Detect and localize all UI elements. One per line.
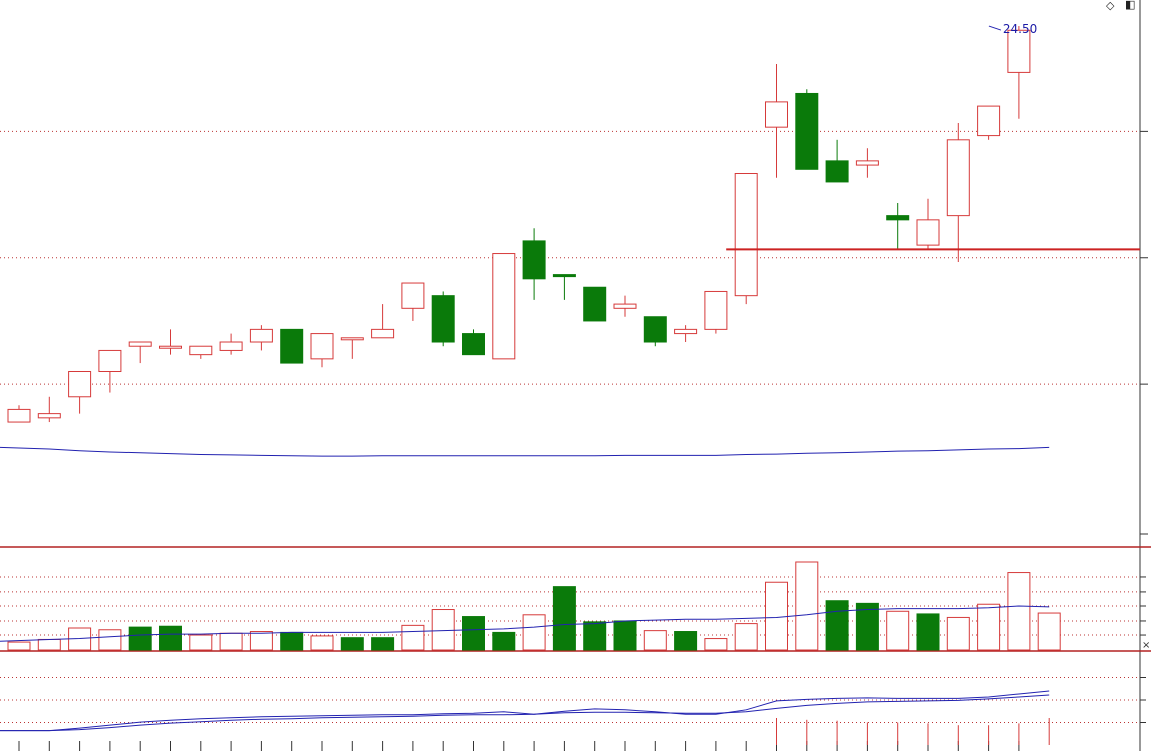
- volume-bar-21: [643, 630, 667, 651]
- candle-body-31: [946, 139, 970, 217]
- candle-body-29: [886, 215, 910, 221]
- volume-bar-10: [310, 635, 334, 651]
- diamond-icon[interactable]: ◇: [1106, 0, 1114, 12]
- volume-bar-17: [522, 614, 546, 651]
- volume-panel: [0, 561, 1061, 651]
- candle-body-20: [613, 303, 637, 309]
- volume-bar-33: [1007, 572, 1031, 651]
- peak-marker: [988, 25, 1002, 31]
- candle-body-17: [522, 240, 546, 280]
- candle-body-18: [552, 274, 576, 278]
- candle-body-33: [1007, 29, 1031, 73]
- volume-bar-27: [825, 600, 849, 651]
- volume-bar-11: [340, 637, 364, 651]
- candle-body-5: [159, 345, 182, 349]
- volume-bar-31: [946, 616, 970, 651]
- candle-body-11: [340, 337, 364, 341]
- volume-bar-13: [401, 624, 425, 651]
- indicator-line-0: [0, 690, 1050, 732]
- candle-body-32: [977, 105, 1001, 137]
- volume-bar-20: [613, 620, 637, 651]
- volume-bar-24: [734, 623, 758, 651]
- volume-bar-14: [431, 609, 455, 651]
- price-panel: [0, 25, 1140, 457]
- volume-bar-18: [552, 586, 576, 651]
- candle-body-26: [795, 92, 819, 170]
- volume-bar-30: [916, 613, 940, 651]
- candle-body-19: [583, 286, 607, 322]
- stock-chart: × 24.50: [0, 0, 1151, 751]
- volume-bar-29: [886, 610, 910, 651]
- price-ma-line: [0, 446, 1050, 457]
- candle-body-1: [37, 413, 61, 419]
- volume-bar-1: [37, 638, 61, 651]
- candle-body-7: [219, 341, 243, 351]
- candle-body-4: [128, 341, 152, 347]
- volume-bar-19: [583, 621, 607, 651]
- volume-bar-16: [492, 631, 516, 651]
- candle-body-22: [674, 328, 698, 335]
- volume-bar-7: [219, 632, 243, 651]
- candle-body-9: [280, 328, 304, 364]
- candle-body-12: [371, 328, 395, 339]
- candle-body-13: [401, 282, 425, 309]
- volume-bar-22: [674, 631, 698, 651]
- candle-body-15: [462, 333, 485, 356]
- indicator-panel: [0, 690, 1050, 745]
- candle-body-16: [492, 253, 516, 360]
- volume-bar-34: [1037, 612, 1061, 651]
- window-toggle-icon[interactable]: ◧: [1125, 0, 1135, 11]
- volume-bar-0: [7, 641, 31, 651]
- volume-bar-5: [159, 625, 182, 651]
- volume-bar-23: [704, 638, 728, 651]
- volume-bar-26: [795, 561, 819, 651]
- candle-body-6: [189, 345, 213, 356]
- volume-bar-12: [371, 637, 395, 651]
- volume-bar-3: [98, 629, 122, 651]
- candle-body-14: [431, 295, 455, 343]
- volume-bar-6: [189, 634, 213, 651]
- candle-body-2: [68, 370, 92, 398]
- volume-bar-9: [280, 631, 304, 651]
- candle-body-10: [310, 333, 334, 360]
- candle-body-23: [704, 290, 728, 330]
- peak-price-label: 24.50: [1003, 22, 1037, 36]
- candle-body-21: [643, 316, 667, 343]
- volume-bar-4: [128, 626, 152, 651]
- candle-body-0: [7, 408, 31, 423]
- candle-body-24: [734, 173, 758, 297]
- candle-body-28: [855, 160, 879, 166]
- candle-body-30: [916, 219, 940, 246]
- candle-body-3: [98, 349, 122, 372]
- candle-body-8: [249, 328, 273, 343]
- volume-bar-15: [462, 616, 485, 651]
- candle-body-25: [765, 101, 788, 128]
- volume-axis-cross-icon: ×: [1142, 640, 1150, 651]
- volume-bar-32: [977, 603, 1001, 651]
- candle-body-27: [825, 160, 849, 183]
- volume-bar-25: [765, 581, 788, 651]
- volume-bar-8: [249, 631, 273, 651]
